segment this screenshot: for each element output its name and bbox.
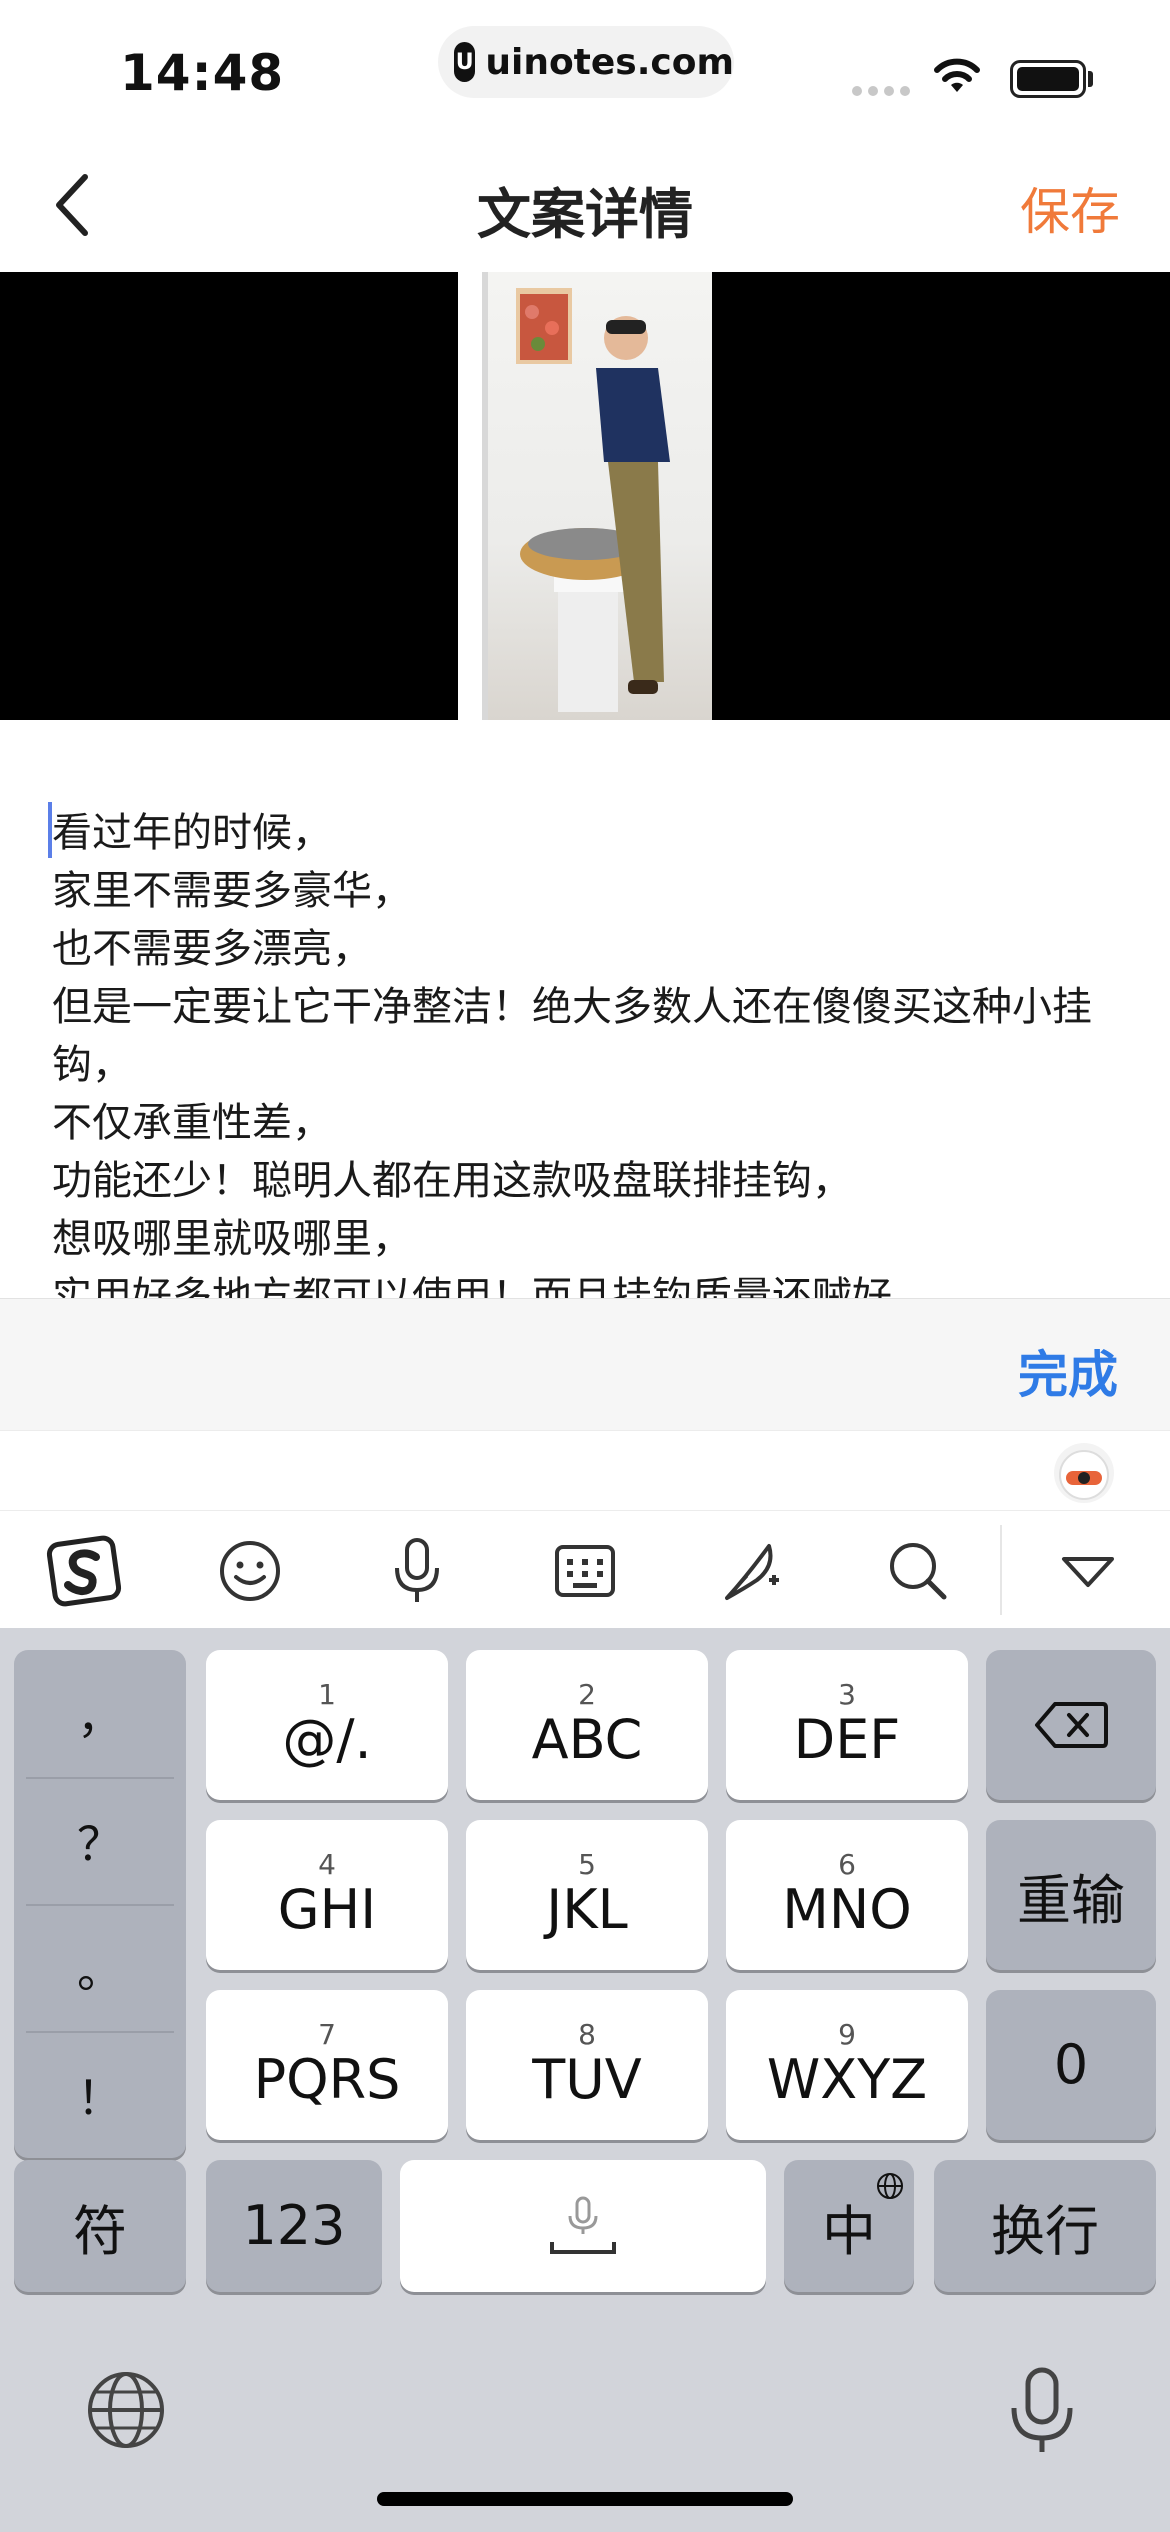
key-label: GHI	[277, 1878, 377, 1941]
collapse-keyboard-icon[interactable]	[1046, 1529, 1130, 1613]
keyboard-layout-icon[interactable]	[543, 1529, 627, 1613]
mascot-icon[interactable]	[1054, 1443, 1114, 1503]
key-5[interactable]: 5 JKL	[466, 1820, 708, 1970]
voice-input-icon[interactable]	[375, 1529, 459, 1613]
text-line: 看过年的时候，	[52, 810, 332, 856]
space-key[interactable]	[400, 2160, 766, 2292]
key-label: PQRS	[253, 2048, 401, 2111]
copy-text-editor[interactable]: 看过年的时候， 家里不需要多豪华， 也不需要多漂亮， 但是一定要让它干净整洁！绝…	[0, 722, 1170, 1298]
key-3[interactable]: 3 DEF	[726, 1650, 968, 1800]
text-line: 不仅承重性差，	[52, 1100, 332, 1146]
url-text: uinotes.com	[485, 41, 734, 83]
reinput-key[interactable]: 重输	[986, 1820, 1156, 1970]
key-label: WXYZ	[766, 2048, 928, 2111]
symbols-key[interactable]: 符	[14, 2160, 186, 2292]
punct-key[interactable]: 。	[14, 1904, 186, 2031]
video-thumbnail	[458, 272, 712, 720]
text-line: 家里不需要多豪华，	[52, 868, 412, 914]
keyboard-toolbar	[0, 1510, 1170, 1628]
key-label: 0	[1053, 2033, 1089, 2096]
key-7[interactable]: 7 PQRS	[206, 1990, 448, 2140]
space-mic-icon	[550, 2196, 616, 2254]
key-number: 9	[838, 2018, 856, 2051]
delete-key[interactable]	[986, 1650, 1156, 1800]
globe-icon[interactable]	[84, 2368, 168, 2452]
small-globe-icon	[877, 2173, 903, 2199]
video-preview[interactable]	[0, 272, 1170, 720]
key-label: 换行	[991, 2199, 1099, 2263]
key-label: 123	[242, 2194, 346, 2257]
key-label: ABC	[531, 1708, 643, 1771]
key-2[interactable]: 2 ABC	[466, 1650, 708, 1800]
status-time: 14:48	[120, 44, 285, 102]
punct-key[interactable]: ！	[14, 2031, 186, 2158]
handwriting-icon[interactable]	[710, 1529, 794, 1613]
key-6[interactable]: 6 MNO	[726, 1820, 968, 1970]
text-line: 实用好多地方都可以使用！而且挂钩质量还贼好	[52, 1274, 892, 1298]
copy-text-body: 看过年的时候， 家里不需要多豪华， 也不需要多漂亮， 但是一定要让它干净整洁！绝…	[52, 804, 1132, 1298]
key-1[interactable]: 1 @/.	[206, 1650, 448, 1800]
nav-bar: 文案详情 保存	[0, 140, 1170, 272]
done-button[interactable]: 完成	[1018, 1335, 1118, 1407]
text-line: 功能还少！聪明人都在用这款吸盘联排挂钩，	[52, 1158, 852, 1204]
key-number: 6	[838, 1848, 856, 1881]
dictation-mic-icon[interactable]	[1006, 2364, 1078, 2456]
key-4[interactable]: 4 GHI	[206, 1820, 448, 1970]
save-button[interactable]: 保存	[1020, 172, 1120, 244]
battery-icon	[1010, 60, 1086, 98]
key-number: 2	[578, 1678, 596, 1711]
battery-tip	[1088, 71, 1093, 87]
url-pill[interactable]: U uinotes.com	[438, 26, 734, 98]
video-scene-image	[458, 272, 670, 720]
key-number: 3	[838, 1678, 856, 1711]
key-label: 符	[73, 2199, 127, 2263]
key-number: 5	[578, 1848, 596, 1881]
site-logo-icon: U	[454, 42, 476, 82]
key-label: 重输	[1017, 1868, 1125, 1932]
keyboard-candidate-strip	[0, 1430, 1170, 1510]
home-indicator[interactable]	[377, 2492, 793, 2506]
numbers-key[interactable]: 123	[206, 2160, 382, 2292]
key-0[interactable]: 0	[986, 1990, 1156, 2140]
backspace-icon	[1035, 1702, 1108, 1748]
keyboard-accessory-bar: 完成	[0, 1298, 1170, 1430]
punct-key[interactable]: ，	[14, 1650, 186, 1777]
status-bar: 14:48 U uinotes.com	[0, 0, 1170, 140]
key-label: 中	[822, 2199, 876, 2263]
key-number: 4	[318, 1848, 336, 1881]
text-line: 也不需要多漂亮，	[52, 926, 372, 972]
keyboard: ， ？ 。 ！ 1 @/. 2 ABC 3 DEF 4 GHI 5 JKL 6 …	[0, 1628, 1170, 2532]
key-number: 1	[318, 1678, 336, 1711]
key-number: 7	[318, 2018, 336, 2051]
key-label: MNO	[782, 1878, 912, 1941]
signal-icon	[852, 86, 910, 96]
punctuation-column: ， ？ 。 ！	[14, 1650, 186, 2158]
key-number: 8	[578, 2018, 596, 2051]
text-line: 想吸哪里就吸哪里，	[52, 1216, 412, 1262]
key-label: @/.	[282, 1708, 372, 1771]
key-9[interactable]: 9 WXYZ	[726, 1990, 968, 2140]
key-label: TUV	[532, 2048, 642, 2111]
key-8[interactable]: 8 TUV	[466, 1990, 708, 2140]
toolbar-divider	[1000, 1525, 1002, 1615]
language-key[interactable]: 中	[784, 2160, 914, 2292]
return-key[interactable]: 换行	[934, 2160, 1156, 2292]
text-line: 但是一定要让它干净整洁！绝大多数人还在傻傻买这种小挂钩，	[52, 984, 1092, 1088]
search-icon[interactable]	[876, 1529, 960, 1613]
wifi-icon	[934, 58, 980, 92]
sogou-logo-icon[interactable]	[42, 1529, 126, 1613]
key-label: DEF	[793, 1708, 901, 1771]
punct-key[interactable]: ？	[14, 1777, 186, 1904]
page-title: 文案详情	[477, 183, 693, 246]
emoji-icon[interactable]	[208, 1529, 292, 1613]
key-label: JKL	[546, 1878, 628, 1941]
